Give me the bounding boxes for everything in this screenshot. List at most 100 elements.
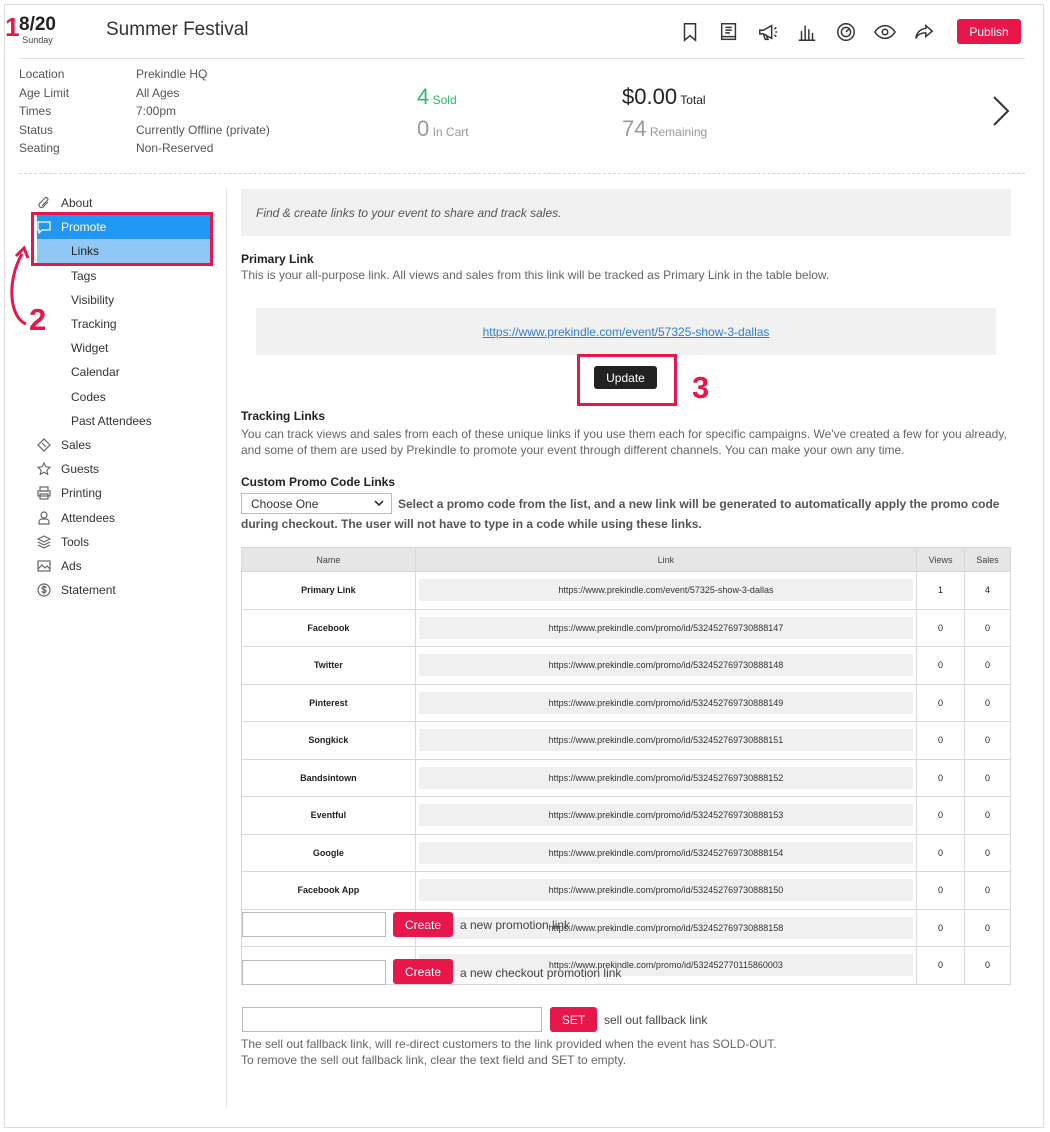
sidebar-item-label: Calendar bbox=[71, 365, 120, 380]
fallback-link-input[interactable] bbox=[242, 1007, 542, 1032]
promo-code-select-value: Choose One bbox=[251, 496, 319, 511]
cart-stat: 0 In Cart bbox=[417, 116, 469, 142]
sidebar-item-ads[interactable]: Ads bbox=[37, 554, 212, 578]
primary-link-url[interactable]: https://www.prekindle.com/event/57325-sh… bbox=[483, 325, 770, 339]
publish-button[interactable]: Publish bbox=[957, 19, 1021, 44]
cart-label: In Cart bbox=[432, 125, 469, 139]
row-sales: 0 bbox=[964, 833, 1011, 872]
column-header-views: Views bbox=[916, 547, 966, 572]
row-link[interactable]: https://www.prekindle.com/promo/id/53245… bbox=[418, 654, 914, 677]
sidebar-item-attendees[interactable]: Attendees bbox=[37, 505, 212, 529]
bar-chart-icon[interactable] bbox=[793, 18, 821, 46]
info-row-seating: Seating Non-Reserved bbox=[19, 141, 270, 160]
info-key: Seating bbox=[19, 141, 60, 155]
row-views: 0 bbox=[916, 946, 966, 985]
info-row-age-limit: Age Limit All Ages bbox=[19, 86, 270, 105]
create-checkout-promotion-button[interactable]: Create bbox=[393, 959, 453, 984]
row-link[interactable]: https://www.prekindle.com/promo/id/53245… bbox=[418, 729, 914, 752]
row-name: Songkick bbox=[241, 721, 416, 760]
row-sales: 0 bbox=[964, 871, 1011, 910]
row-link[interactable]: https://www.prekindle.com/event/57325-sh… bbox=[418, 579, 914, 602]
sidebar-item-tracking[interactable]: Tracking bbox=[37, 312, 212, 336]
info-key: Times bbox=[19, 104, 52, 118]
table-row: Twitter https://www.prekindle.com/promo/i… bbox=[241, 646, 1011, 685]
row-sales: 4 bbox=[964, 571, 1011, 610]
sidebar-item-tools[interactable]: Tools bbox=[37, 530, 212, 554]
row-sales: 0 bbox=[964, 646, 1011, 685]
row-sales: 0 bbox=[964, 796, 1011, 835]
sidebar-item-statement[interactable]: Statement bbox=[37, 578, 212, 602]
annotation-2: 2 bbox=[29, 302, 47, 337]
checkout-promotion-link-input[interactable] bbox=[242, 960, 386, 985]
sidebar-item-label: Printing bbox=[61, 486, 102, 501]
share-icon[interactable] bbox=[910, 18, 938, 46]
row-views: 0 bbox=[916, 796, 966, 835]
sold-label: Sold bbox=[432, 93, 457, 107]
row-link[interactable]: https://www.prekindle.com/promo/id/53245… bbox=[418, 841, 914, 864]
table-row: Facebook https://www.prekindle.com/promo/… bbox=[241, 608, 1011, 647]
primary-link-box: https://www.prekindle.com/event/57325-sh… bbox=[256, 308, 996, 355]
row-sales: 0 bbox=[964, 608, 1011, 647]
update-highlight-box bbox=[577, 354, 677, 406]
cart-count: 0 bbox=[417, 116, 430, 141]
total-label: Total bbox=[680, 93, 706, 107]
table-row: Facebook App https://www.prekindle.com/pr… bbox=[241, 871, 1011, 910]
info-row-location: Location Prekindle HQ bbox=[19, 67, 270, 86]
info-key: Location bbox=[19, 67, 65, 81]
sidebar-item-label: About bbox=[61, 196, 93, 211]
sidebar-item-tags[interactable]: Tags bbox=[37, 264, 212, 288]
row-name: Facebook App bbox=[241, 871, 416, 910]
ticket-icon bbox=[37, 438, 61, 452]
sidebar-item-printing[interactable]: Printing bbox=[37, 481, 212, 505]
create-promotion-button[interactable]: Create bbox=[393, 912, 453, 937]
promo-code-select[interactable]: Choose One bbox=[241, 493, 392, 514]
sidebar-item-label: Tracking bbox=[71, 317, 117, 332]
sidebar-item-visibility[interactable]: Visibility bbox=[37, 288, 212, 312]
info-key: Age Limit bbox=[19, 85, 70, 100]
event-info: Location Prekindle HQ Age Limit All Ages T… bbox=[19, 67, 270, 160]
image-icon bbox=[37, 559, 61, 573]
row-link-cell: https://www.prekindle.com/promo/id/53245… bbox=[414, 833, 918, 872]
sidebar-item-label: Ads bbox=[61, 558, 82, 573]
sold-stat: 4 Sold bbox=[417, 84, 457, 110]
calendar-book-icon[interactable] bbox=[715, 18, 743, 46]
sidebar-item-widget[interactable]: Widget bbox=[37, 336, 212, 360]
sidebar-item-calendar[interactable]: Calendar bbox=[37, 360, 212, 384]
set-fallback-button[interactable]: SET bbox=[550, 1007, 597, 1032]
row-views: 0 bbox=[916, 833, 966, 872]
set-fallback-text: sell out fallback link bbox=[604, 1013, 708, 1027]
sold-count: 4 bbox=[417, 84, 430, 109]
info-value: All Ages bbox=[136, 85, 180, 100]
row-link[interactable]: https://www.prekindle.com/promo/id/53245… bbox=[418, 879, 914, 902]
remaining-stat: 74 Remaining bbox=[622, 116, 707, 142]
sidebar-item-codes[interactable]: Codes bbox=[37, 385, 212, 409]
layers-icon bbox=[37, 535, 61, 549]
fallback-note-line-1: The sell out fallback link, will re-dire… bbox=[241, 1037, 777, 1051]
row-views: 0 bbox=[916, 608, 966, 647]
info-value: 7:00pm bbox=[136, 104, 177, 118]
row-views: 1 bbox=[916, 571, 966, 610]
total-amount: $0.00 bbox=[622, 84, 678, 109]
eye-icon[interactable] bbox=[871, 18, 899, 46]
info-value: Currently Offline (private) bbox=[136, 122, 270, 137]
sidebar-item-guests[interactable]: Guests bbox=[37, 457, 212, 481]
row-link-cell: https://www.prekindle.com/promo/id/53245… bbox=[414, 758, 918, 797]
bookmark-icon[interactable] bbox=[676, 18, 704, 46]
row-link[interactable]: https://www.prekindle.com/promo/id/53245… bbox=[418, 804, 914, 827]
sidebar-item-label: Statement bbox=[61, 583, 116, 598]
header-toolbar bbox=[676, 18, 949, 46]
sidebar-item-sales[interactable]: Sales bbox=[37, 433, 212, 457]
row-link[interactable]: https://www.prekindle.com/promo/id/53245… bbox=[418, 766, 914, 789]
megaphone-icon[interactable] bbox=[754, 18, 782, 46]
event-title: Summer Festival bbox=[106, 19, 249, 40]
sidebar-item-label: Widget bbox=[71, 341, 109, 356]
row-link[interactable]: https://www.prekindle.com/promo/id/53245… bbox=[418, 616, 914, 639]
row-link-cell: https://www.prekindle.com/promo/id/53245… bbox=[414, 796, 918, 835]
chevron-right-icon[interactable] bbox=[990, 94, 1012, 128]
row-link-cell: https://www.prekindle.com/promo/id/53245… bbox=[414, 608, 918, 647]
row-name: Twitter bbox=[241, 646, 416, 685]
row-link[interactable]: https://www.prekindle.com/promo/id/53245… bbox=[418, 691, 914, 714]
sidebar-item-past-attendees[interactable]: Past Attendees bbox=[37, 409, 212, 433]
promotion-link-input[interactable] bbox=[242, 912, 386, 937]
dashboard-icon[interactable] bbox=[832, 18, 860, 46]
